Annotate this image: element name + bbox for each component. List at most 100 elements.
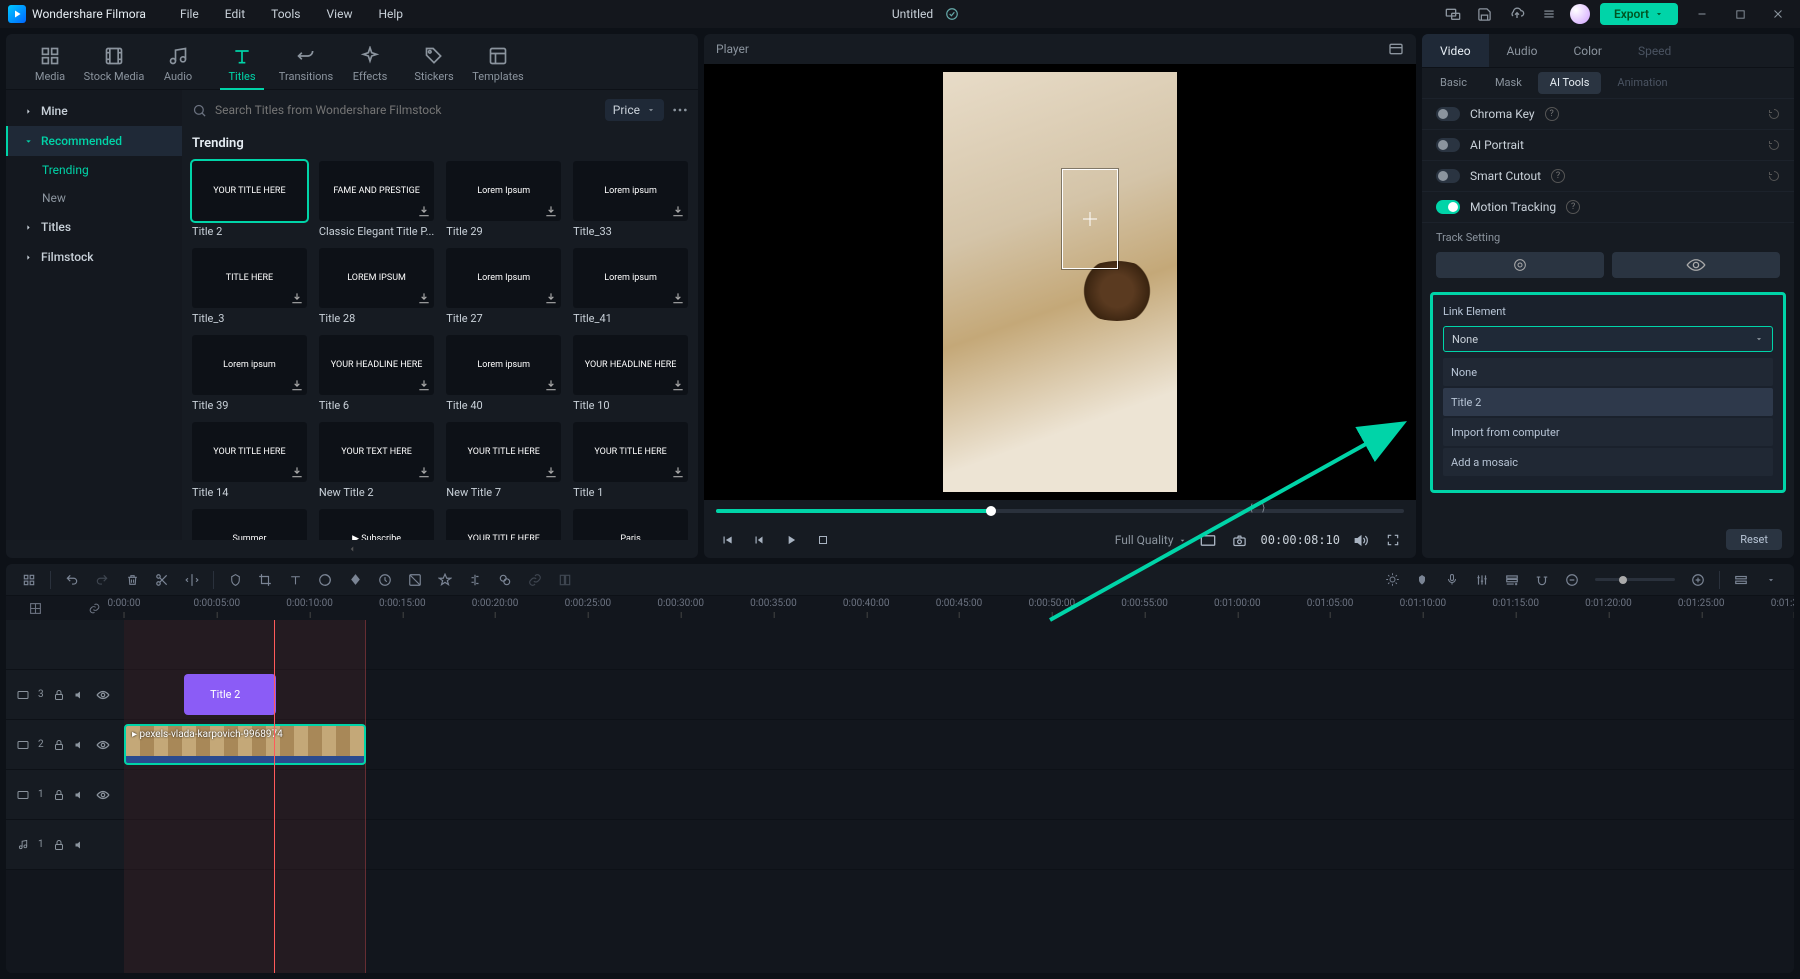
- library-tab-stickers[interactable]: Stickers: [402, 46, 466, 89]
- timeline-tracks[interactable]: 3Title 22▸ pexels-vlada-karpovich-996897…: [6, 620, 1794, 973]
- reset-section-icon[interactable]: [1768, 108, 1780, 120]
- title-card[interactable]: Lorem ipsumTitle_41: [573, 248, 688, 325]
- pointer-tool-icon[interactable]: [16, 568, 42, 592]
- timeline-ruler[interactable]: 0:00:000:00:05:000:00:10:000:00:15:000:0…: [6, 596, 1794, 620]
- cloud-upload-icon[interactable]: [1506, 3, 1528, 25]
- voiceover-icon[interactable]: [1439, 568, 1465, 592]
- aspect-ratio-icon[interactable]: [1197, 529, 1219, 551]
- menu-view[interactable]: View: [317, 7, 363, 21]
- zoom-out-icon[interactable]: [1559, 568, 1585, 592]
- inspector-subtab-mask[interactable]: Mask: [1483, 72, 1534, 94]
- title-card[interactable]: Lorem ipsumTitle 40: [446, 335, 561, 412]
- title-card[interactable]: Lorem IpsumTitle 29: [446, 161, 561, 238]
- help-icon[interactable]: ?: [1566, 200, 1580, 214]
- track-mute-icon[interactable]: [74, 688, 88, 702]
- track-visibility-button[interactable]: [1612, 252, 1780, 278]
- render-preview-icon[interactable]: [1379, 568, 1405, 592]
- volume-icon[interactable]: [1350, 529, 1372, 551]
- align-tool-icon[interactable]: [462, 568, 488, 592]
- track-eye-icon[interactable]: [96, 788, 110, 802]
- color-match-icon[interactable]: [312, 568, 338, 592]
- menu-help[interactable]: Help: [368, 7, 413, 21]
- chroma-key-toggle[interactable]: [1436, 107, 1460, 121]
- track-target-button[interactable]: [1436, 252, 1604, 278]
- keyframe-tool-icon[interactable]: [342, 568, 368, 592]
- zoom-in-icon[interactable]: [1685, 568, 1711, 592]
- fit-timeline-icon[interactable]: [1728, 568, 1754, 592]
- undo-icon[interactable]: [59, 568, 85, 592]
- track-body[interactable]: Title 2: [124, 670, 1794, 719]
- title-card[interactable]: Paris: [573, 509, 688, 540]
- track-body[interactable]: [124, 620, 1794, 669]
- reset-section-icon[interactable]: [1768, 170, 1780, 182]
- link-option[interactable]: Add a mosaic: [1443, 448, 1773, 476]
- mask-tool-icon[interactable]: [402, 568, 428, 592]
- sidebar-item-filmstock[interactable]: Filmstock: [6, 242, 182, 272]
- title-card[interactable]: Summer: [192, 509, 307, 540]
- multiscreen-icon[interactable]: [1442, 3, 1464, 25]
- menu-file[interactable]: File: [170, 7, 209, 21]
- title-card[interactable]: YOUR TITLE HERETitle 14: [192, 422, 307, 499]
- library-tab-transitions[interactable]: Transitions: [274, 46, 338, 89]
- group-tool-icon[interactable]: [492, 568, 518, 592]
- title-card[interactable]: YOUR HEADLINE HERETitle 6: [319, 335, 434, 412]
- stop-button[interactable]: [812, 529, 834, 551]
- track-eye-icon[interactable]: [96, 738, 110, 752]
- title-card[interactable]: YOUR HEADLINE HERETitle 10: [573, 335, 688, 412]
- paint-tool-icon[interactable]: [432, 568, 458, 592]
- library-tab-media[interactable]: Media: [18, 46, 82, 89]
- marker-add-icon[interactable]: [1409, 568, 1435, 592]
- redo-icon[interactable]: [89, 568, 115, 592]
- title-card[interactable]: YOUR TEXT HERENew Title 2: [319, 422, 434, 499]
- timeline-settings-icon[interactable]: [1758, 568, 1784, 592]
- track-lock-icon[interactable]: [52, 688, 66, 702]
- track-eye-icon[interactable]: [96, 688, 110, 702]
- snapshot-icon[interactable]: [1229, 529, 1251, 551]
- link-tool-icon[interactable]: [522, 568, 548, 592]
- help-icon[interactable]: ?: [1545, 107, 1559, 121]
- split-icon[interactable]: [149, 568, 175, 592]
- user-avatar[interactable]: [1570, 4, 1590, 24]
- link-option[interactable]: Title 2: [1443, 388, 1773, 416]
- track-lock-icon[interactable]: [52, 838, 66, 852]
- ruler-grid-icon[interactable]: [29, 602, 42, 615]
- sidebar-item-new[interactable]: New: [6, 184, 182, 212]
- track-mute-icon[interactable]: [74, 838, 88, 852]
- snap-icon[interactable]: [1529, 568, 1555, 592]
- inspector-tab-audio[interactable]: Audio: [1489, 34, 1556, 67]
- collapse-sidebar-icon[interactable]: [347, 544, 357, 554]
- title-card[interactable]: ▶ Subscribe: [319, 509, 434, 540]
- play-button[interactable]: [780, 529, 802, 551]
- title-card[interactable]: FAME AND PRESTIGEClassic Elegant Title P…: [319, 161, 434, 238]
- inspector-tab-color[interactable]: Color: [1555, 34, 1619, 67]
- library-tab-titles[interactable]: Titles: [210, 46, 274, 89]
- link-element-select[interactable]: None: [1443, 326, 1773, 352]
- link-option[interactable]: Import from computer: [1443, 418, 1773, 446]
- sort-dropdown[interactable]: Price: [605, 99, 664, 121]
- library-tab-audio[interactable]: Audio: [146, 46, 210, 89]
- title-card[interactable]: YOUR TITLE HERENew Title 7: [446, 422, 561, 499]
- player-scrubber[interactable]: ⟨ ⟩: [704, 500, 1416, 522]
- step-back-button[interactable]: [748, 529, 770, 551]
- title-card[interactable]: TITLE HERETitle_3: [192, 248, 307, 325]
- cloud-sync-icon[interactable]: [941, 3, 963, 25]
- title-card[interactable]: Lorem ipsumTitle 39: [192, 335, 307, 412]
- library-tab-effects[interactable]: Effects: [338, 46, 402, 89]
- track-mute-icon[interactable]: [74, 738, 88, 752]
- help-icon[interactable]: ?: [1551, 169, 1565, 183]
- add-track-icon[interactable]: [1499, 568, 1525, 592]
- maximize-button[interactable]: [1726, 2, 1754, 26]
- export-button[interactable]: Export: [1600, 3, 1678, 25]
- text-tool-icon[interactable]: [282, 568, 308, 592]
- track-lock-icon[interactable]: [52, 788, 66, 802]
- reset-button[interactable]: Reset: [1726, 529, 1782, 550]
- track-body[interactable]: [124, 770, 1794, 819]
- motion-tracking-toggle[interactable]: [1436, 200, 1460, 214]
- video-clip[interactable]: ▸ pexels-vlada-karpovich-9968974: [124, 724, 366, 765]
- title-card[interactable]: Lorem ipsumTitle_33: [573, 161, 688, 238]
- sidebar-item-trending[interactable]: Trending: [6, 156, 182, 184]
- ruler-link-icon[interactable]: [88, 602, 101, 615]
- motion-tracker-box[interactable]: [1062, 169, 1118, 269]
- library-tab-stock-media[interactable]: Stock Media: [82, 46, 146, 89]
- menu-edit[interactable]: Edit: [215, 7, 255, 21]
